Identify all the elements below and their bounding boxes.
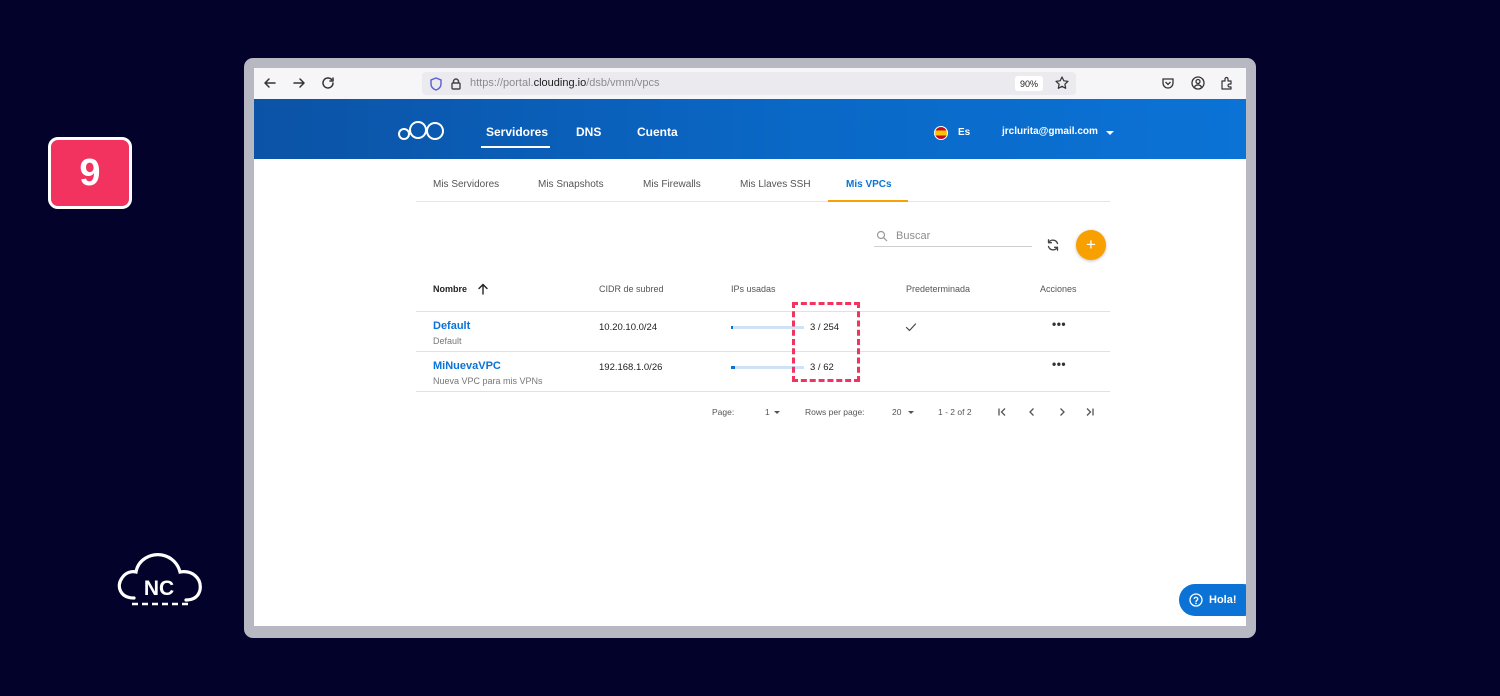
pocket-icon[interactable] [1158,73,1178,93]
first-page-icon[interactable] [996,406,1008,418]
add-vpc-button[interactable]: + [1076,230,1106,260]
tab-mis-snapshots[interactable]: Mis Snapshots [538,179,604,190]
vpc-name-link[interactable]: Default [433,320,470,332]
extensions-icon[interactable] [1217,73,1237,93]
rows-per-page-select[interactable]: 20 [892,407,901,417]
browser-toolbar: https://portal.clouding.io/dsb/vmm/vpcs … [254,68,1246,99]
sort-ascending-arrow-icon[interactable] [477,283,489,295]
lock-icon[interactable] [446,74,466,94]
tab-mis-vpcs[interactable]: Mis VPCs [846,179,892,190]
reload-icon[interactable] [318,73,338,93]
ip-usage-bar-fill [731,326,733,329]
user-menu[interactable]: jrclurita@gmail.com [1002,126,1098,137]
column-header-cidr: CIDR de subred [599,284,664,294]
zoom-level-badge[interactable]: 90% [1015,76,1043,91]
url-domain: clouding.io [533,77,587,89]
search-input[interactable] [896,228,1026,244]
url-text[interactable]: https://portal.clouding.io/dsb/vmm/vpcs [470,77,660,89]
browser-viewport: https://portal.clouding.io/dsb/vmm/vpcs … [254,68,1246,626]
column-header-nombre[interactable]: Nombre [433,284,467,294]
nc-cloud-logo: NC [112,550,206,612]
nav-cuenta[interactable]: Cuenta [637,125,678,139]
vpc-description: Default [433,336,462,346]
url-prefix: https://portal. [470,77,534,89]
nav-servidores[interactable]: Servidores [486,125,548,139]
url-path: /dsb/vmm/vpcs [586,77,660,89]
nav-active-indicator [481,146,550,148]
active-tab-indicator [828,200,908,202]
rows-per-page-label: Rows per page: [805,407,865,417]
row-actions-menu[interactable]: ••• [1052,357,1066,371]
shield-icon[interactable] [426,74,446,94]
clouding-logo-icon[interactable] [397,119,447,141]
page-select[interactable]: 1 [765,407,770,417]
back-arrow-icon[interactable] [260,73,280,93]
section-tabs: Mis Servidores Mis Snapshots Mis Firewal… [416,170,1110,202]
account-icon[interactable] [1188,73,1208,93]
help-question-icon [1189,593,1203,607]
chevron-down-icon[interactable] [1106,131,1114,135]
chevron-down-icon[interactable] [774,411,780,414]
nav-dns[interactable]: DNS [576,125,601,139]
column-header-predeterminada: Predeterminada [906,284,971,294]
vpc-description: Nueva VPC para mis VPNs [433,376,543,386]
checkmark-icon [905,323,917,332]
bookmark-star-icon[interactable] [1052,73,1072,93]
tab-mis-servidores[interactable]: Mis Servidores [433,179,499,190]
refresh-icon[interactable] [1046,238,1060,252]
chat-widget-button[interactable]: Hola! [1179,584,1246,616]
forward-arrow-icon[interactable] [289,73,309,93]
chat-label: Hola! [1209,594,1237,606]
search-box [874,227,1032,247]
page-range: 1 - 2 of 2 [938,407,972,417]
ip-usage-bar-fill [731,366,735,369]
vpc-name-link[interactable]: MiNuevaVPC [433,360,501,372]
next-page-icon[interactable] [1056,406,1068,418]
table-row: MiNuevaVPC Nueva VPC para mis VPNs 192.1… [416,352,1110,392]
row-actions-menu[interactable]: ••• [1052,317,1066,331]
app-header: Servidores DNS Cuenta Es jrclurita@gmail… [254,99,1246,159]
vpc-cidr: 192.168.1.0/26 [599,362,663,373]
tab-mis-firewalls[interactable]: Mis Firewalls [643,179,701,190]
language-selector[interactable]: Es [958,127,970,138]
search-icon [876,230,888,242]
step-number-badge: 9 [48,137,132,209]
column-header-ips-usadas: IPs usadas [731,284,776,294]
browser-window: https://portal.clouding.io/dsb/vmm/vpcs … [244,58,1256,638]
column-header-acciones: Acciones [1040,284,1077,294]
last-page-icon[interactable] [1084,406,1096,418]
nc-logo-text: NC [144,577,174,600]
address-bar[interactable]: https://portal.clouding.io/dsb/vmm/vpcs … [422,72,1076,95]
page-label: Page: [712,407,735,417]
ip-usage-highlight [792,302,860,382]
tab-mis-llaves-ssh[interactable]: Mis Llaves SSH [740,179,811,190]
vpc-cidr: 10.20.10.0/24 [599,322,658,333]
pagination: Page: 1 Rows per page: 20 1 - 2 of 2 [416,402,1110,422]
spain-flag-icon[interactable] [934,126,948,140]
previous-page-icon[interactable] [1026,406,1038,418]
table-row: Default Default 10.20.10.0/24 3 / 254 ••… [416,312,1110,352]
chevron-down-icon[interactable] [908,411,914,414]
